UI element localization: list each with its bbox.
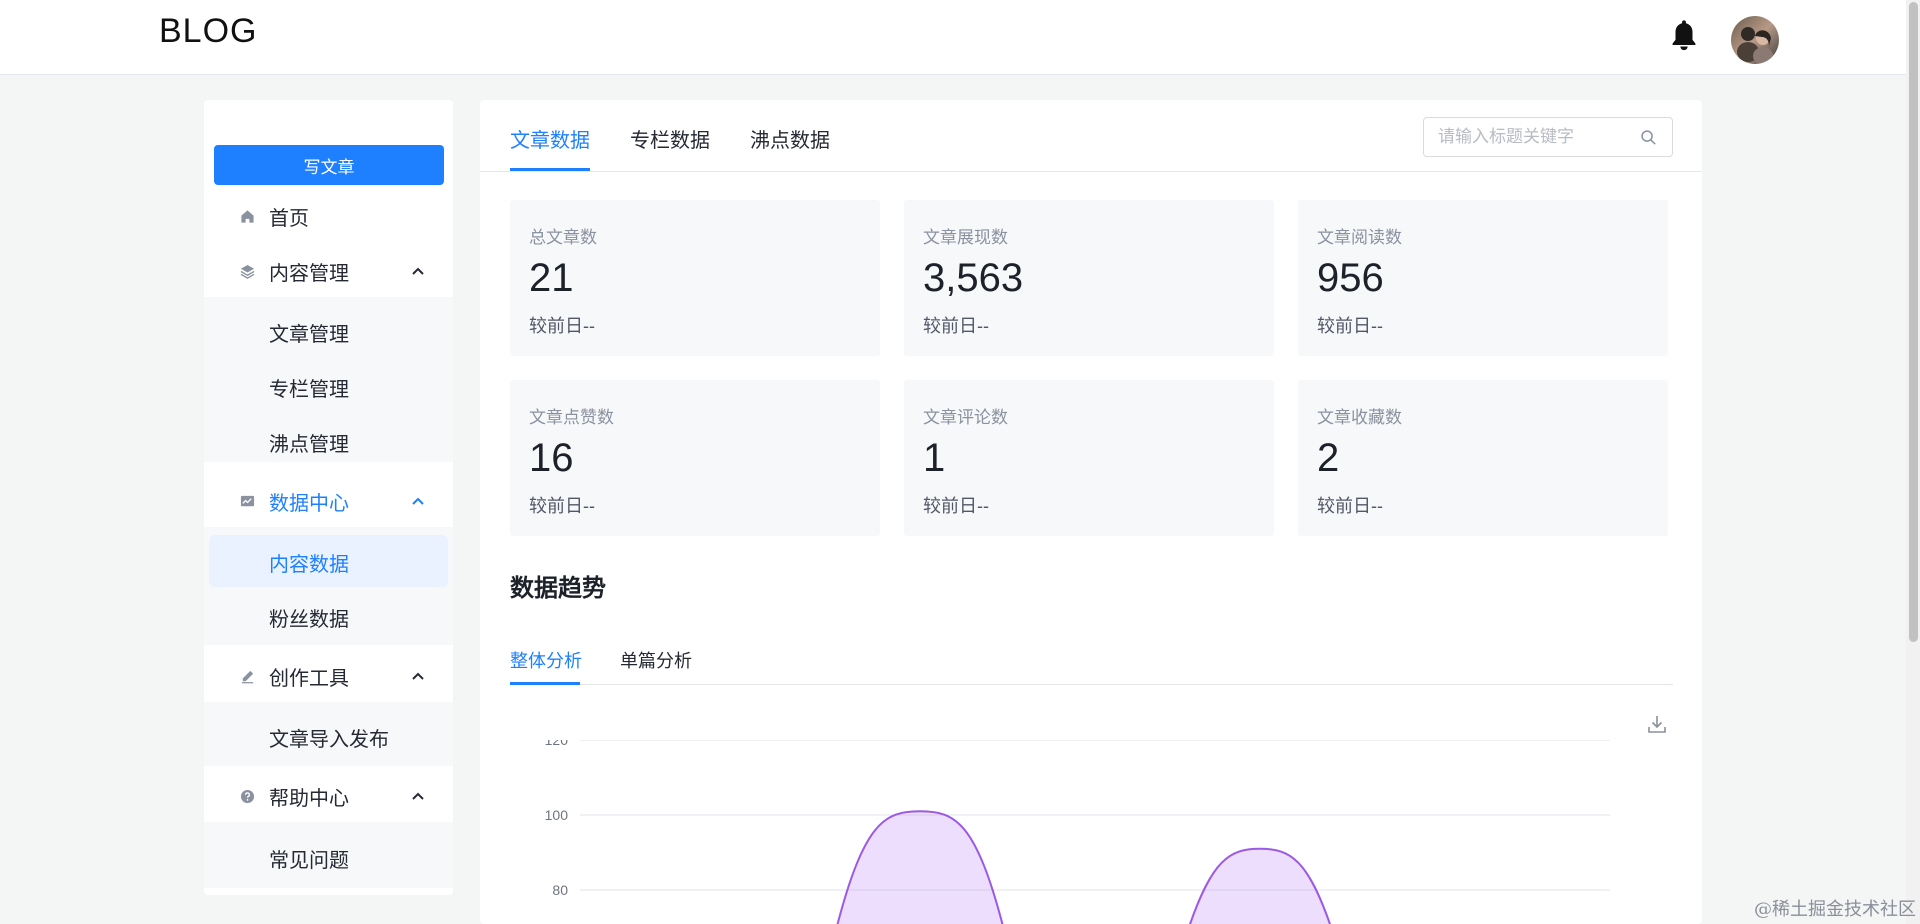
sidebar-subitem-articles[interactable]: 文章管理 bbox=[269, 318, 349, 347]
data-submenu: 内容数据 粉丝数据 bbox=[204, 527, 453, 645]
page-scrollbar-thumb[interactable] bbox=[1909, 2, 1918, 642]
chart-icon bbox=[240, 494, 255, 509]
chevron-up-icon[interactable] bbox=[411, 496, 425, 506]
area-series-peak bbox=[1189, 847, 1331, 924]
tools-submenu: 文章导入发布 bbox=[204, 702, 453, 766]
sidebar: 写文章 首页 内容管理 文章管理 专栏管理 沸点管理 数据中心 内容数据 粉丝数… bbox=[204, 100, 453, 895]
stat-label: 文章展现数 bbox=[923, 228, 1008, 247]
sidebar-item-label: 帮助中心 bbox=[269, 787, 349, 810]
chevron-up-icon[interactable] bbox=[411, 266, 425, 276]
sidebar-subitem-fans-data[interactable]: 粉丝数据 bbox=[269, 603, 349, 632]
user-avatar[interactable] bbox=[1731, 16, 1779, 64]
sidebar-item-help-center[interactable]: 帮助中心 bbox=[204, 770, 453, 822]
stat-card-impressions: 文章展现数 3,563 较前日-- bbox=[904, 200, 1274, 356]
search-input[interactable] bbox=[1438, 127, 1638, 147]
download-icon[interactable] bbox=[1646, 713, 1668, 735]
stat-card-favorites: 文章收藏数 2 较前日-- bbox=[1298, 380, 1668, 536]
help-submenu: 常见问题 bbox=[204, 822, 453, 888]
help-icon bbox=[240, 789, 255, 804]
subtab-single-analysis[interactable]: 单篇分析 bbox=[620, 647, 692, 673]
stat-label: 文章点赞数 bbox=[529, 408, 614, 427]
site-logo[interactable]: BLOG bbox=[159, 12, 257, 51]
stat-change: 较前日-- bbox=[529, 496, 595, 516]
stat-card-likes: 文章点赞数 16 较前日-- bbox=[510, 380, 880, 536]
stat-value: 16 bbox=[529, 436, 574, 480]
stat-label: 文章阅读数 bbox=[1317, 228, 1402, 247]
tab-column-data[interactable]: 专栏数据 bbox=[630, 124, 710, 153]
sidebar-item-content-management[interactable]: 内容管理 bbox=[204, 245, 453, 297]
stat-change: 较前日-- bbox=[923, 496, 989, 516]
area-series-peak bbox=[836, 810, 1004, 924]
sidebar-item-label: 内容管理 bbox=[269, 262, 349, 285]
tab-pin-data[interactable]: 沸点数据 bbox=[750, 124, 830, 153]
sidebar-item-label: 首页 bbox=[269, 207, 309, 230]
bell-icon[interactable] bbox=[1669, 18, 1699, 52]
pen-icon bbox=[240, 669, 255, 684]
watermark-text: @稀土掘金技术社区 bbox=[1754, 899, 1916, 920]
tabs-divider bbox=[480, 171, 1702, 172]
content-submenu: 文章管理 专栏管理 沸点管理 bbox=[204, 297, 453, 462]
stat-card-reads: 文章阅读数 956 较前日-- bbox=[1298, 200, 1668, 356]
search-box bbox=[1423, 117, 1673, 157]
search-icon[interactable] bbox=[1640, 129, 1657, 146]
trend-section-title: 数据趋势 bbox=[510, 575, 606, 602]
main-content: 文章数据 专栏数据 沸点数据 总文章数 21 较前日-- 文章展现数 3,563… bbox=[480, 100, 1702, 924]
stat-value: 21 bbox=[529, 256, 574, 300]
chevron-up-icon[interactable] bbox=[411, 791, 425, 801]
active-tab-indicator bbox=[510, 168, 590, 171]
y-tick-label: 80 bbox=[552, 882, 568, 898]
y-tick-label: 120 bbox=[545, 740, 569, 748]
subtab-overall-analysis[interactable]: 整体分析 bbox=[510, 647, 582, 673]
stat-label: 文章收藏数 bbox=[1317, 408, 1402, 427]
stat-card-total-articles: 总文章数 21 较前日-- bbox=[510, 200, 880, 356]
layers-icon bbox=[240, 264, 255, 279]
stat-value: 956 bbox=[1317, 256, 1384, 300]
stat-label: 总文章数 bbox=[529, 228, 597, 247]
sidebar-subitem-content-data[interactable]: 内容数据 bbox=[269, 548, 349, 577]
sidebar-subitem-article-import[interactable]: 文章导入发布 bbox=[269, 723, 389, 752]
stat-change: 较前日-- bbox=[1317, 496, 1383, 516]
sidebar-item-creation-tools[interactable]: 创作工具 bbox=[204, 650, 453, 702]
stat-value: 2 bbox=[1317, 436, 1340, 480]
sidebar-item-home[interactable]: 首页 bbox=[204, 190, 453, 242]
stat-change: 较前日-- bbox=[529, 316, 595, 336]
stat-value: 1 bbox=[923, 436, 946, 480]
write-article-button[interactable]: 写文章 bbox=[214, 145, 444, 185]
stat-change: 较前日-- bbox=[1317, 316, 1383, 336]
sidebar-item-data-center[interactable]: 数据中心 bbox=[204, 475, 453, 527]
sidebar-subitem-faq[interactable]: 常见问题 bbox=[269, 844, 349, 873]
subtabs-divider bbox=[510, 684, 1673, 685]
top-header: BLOG bbox=[0, 0, 1906, 75]
tab-article-data[interactable]: 文章数据 bbox=[510, 124, 590, 153]
sidebar-item-label: 创作工具 bbox=[269, 667, 349, 690]
stat-label: 文章评论数 bbox=[923, 408, 1008, 427]
sidebar-subitem-columns[interactable]: 专栏管理 bbox=[269, 373, 349, 402]
stat-value: 3,563 bbox=[923, 256, 1024, 300]
sidebar-item-label: 数据中心 bbox=[269, 492, 349, 515]
y-tick-label: 100 bbox=[545, 807, 569, 823]
active-subtab-indicator bbox=[510, 682, 580, 685]
stat-card-comments: 文章评论数 1 较前日-- bbox=[904, 380, 1274, 536]
chevron-up-icon[interactable] bbox=[411, 671, 425, 681]
trend-chart: 120 100 80 bbox=[545, 740, 1610, 924]
sidebar-subitem-pins[interactable]: 沸点管理 bbox=[269, 428, 349, 457]
home-icon bbox=[240, 209, 255, 224]
stat-change: 较前日-- bbox=[923, 316, 989, 336]
